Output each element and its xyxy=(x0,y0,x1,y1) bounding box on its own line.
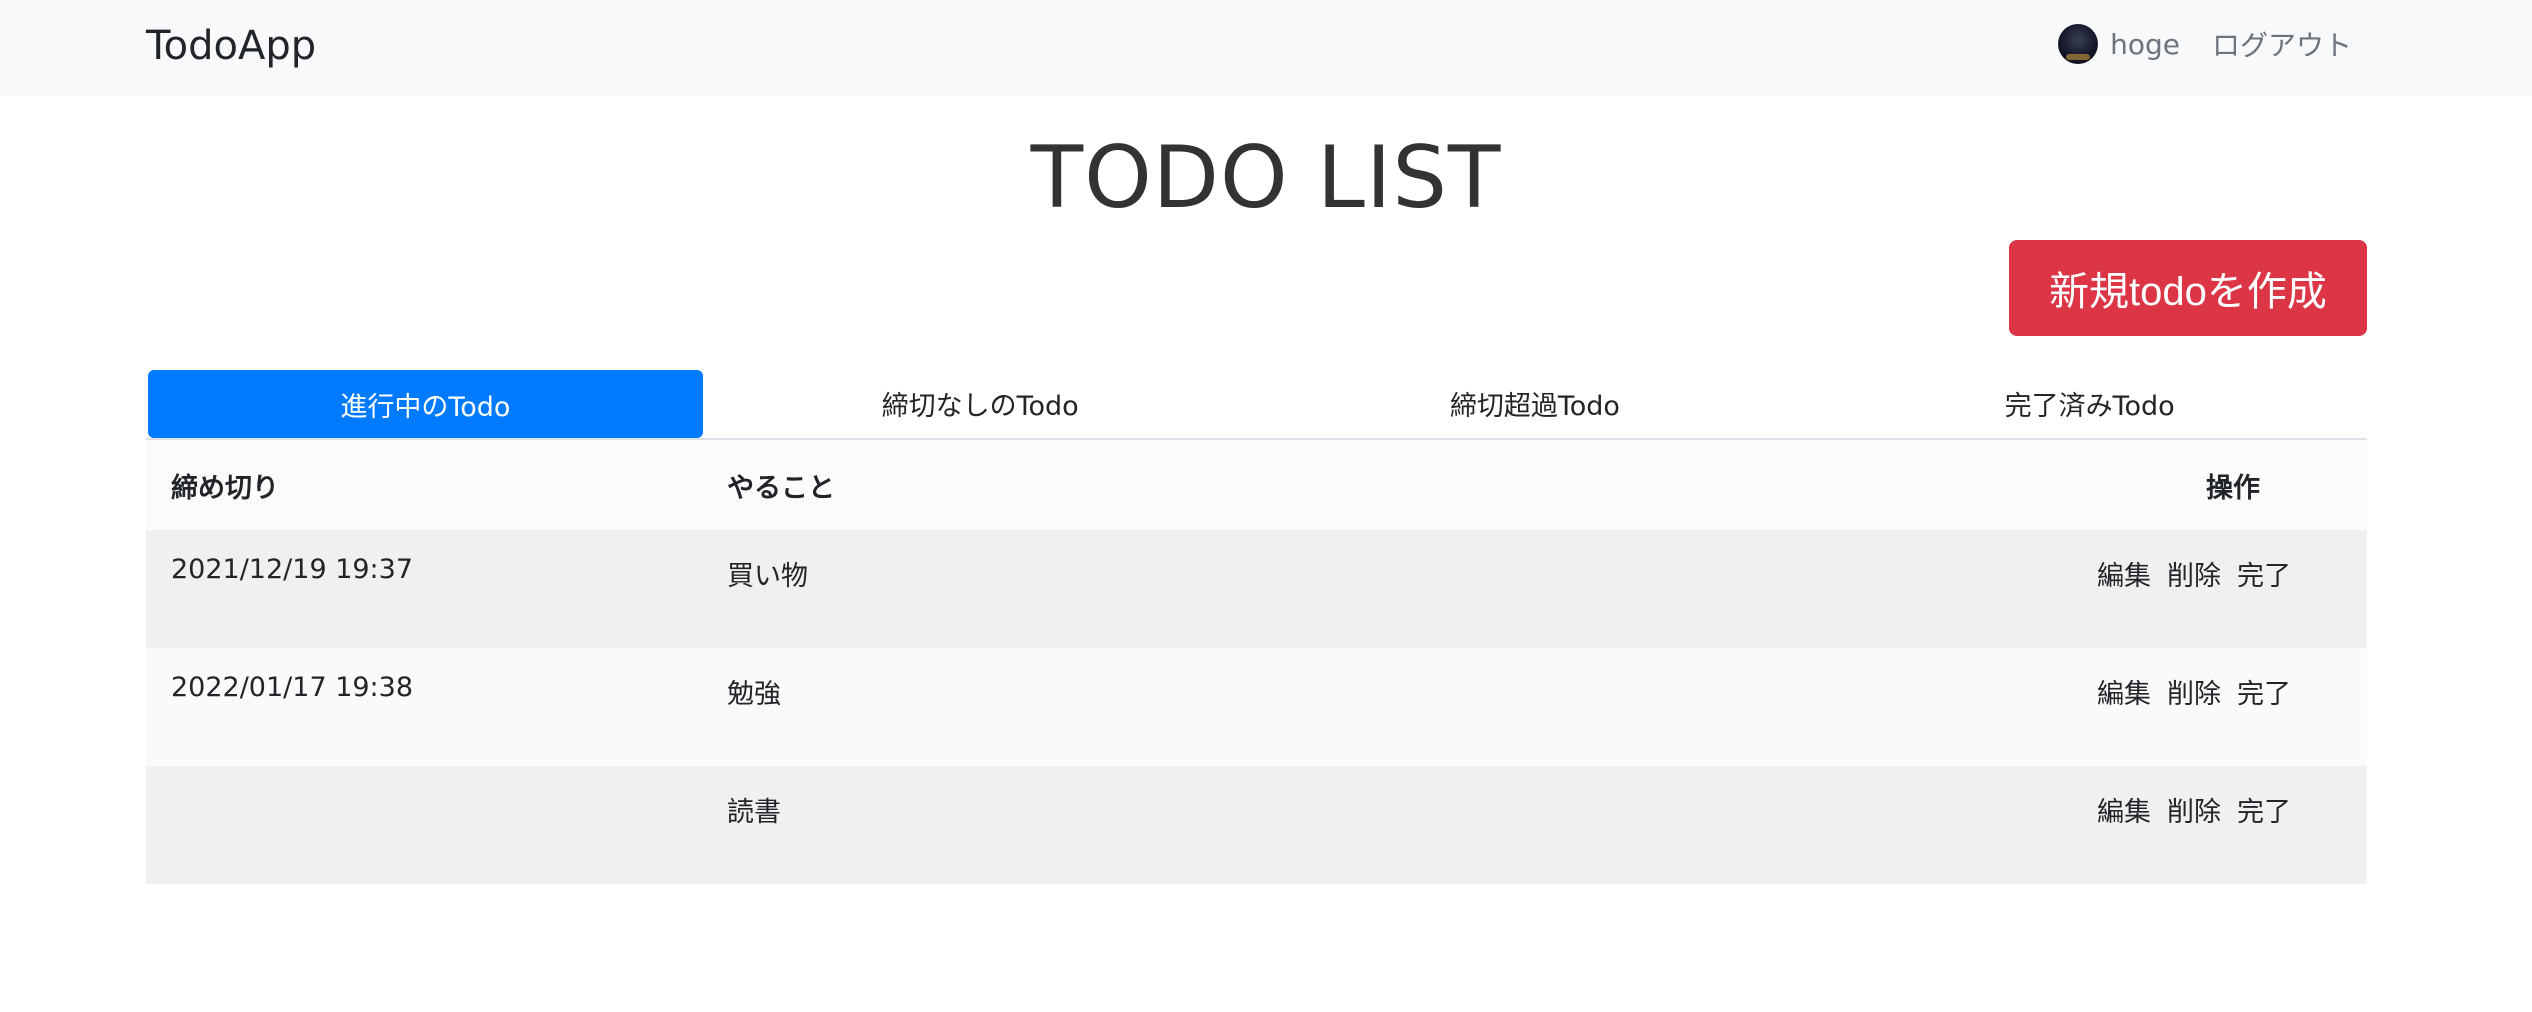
header-actions: 操作 xyxy=(2099,440,2367,530)
edit-link[interactable]: 編集 xyxy=(2097,790,2151,829)
delete-link[interactable]: 削除 xyxy=(2167,554,2221,593)
logout-link[interactable]: ログアウト xyxy=(2212,24,2352,64)
brand-link[interactable]: TodoApp xyxy=(146,18,316,74)
tab-no-deadline[interactable]: 締切なしのTodo xyxy=(703,368,1258,438)
task-cell: 買い物 xyxy=(702,530,2099,648)
deadline-cell xyxy=(146,766,702,884)
delete-link[interactable]: 削除 xyxy=(2167,790,2221,829)
table-row: 2021/12/19 19:37 買い物 編集 削除 完了 xyxy=(146,530,2367,648)
complete-link[interactable]: 完了 xyxy=(2237,554,2291,593)
actions-cell: 編集 削除 完了 xyxy=(2097,530,2367,648)
tab-completed[interactable]: 完了済みTodo xyxy=(1812,368,2367,438)
deadline-cell: 2022/01/17 19:38 xyxy=(146,648,702,766)
complete-link[interactable]: 完了 xyxy=(2237,672,2291,711)
todo-table: 締め切り やること 操作 2021/12/19 19:37 買い物 編集 削除 … xyxy=(146,440,2367,884)
complete-link[interactable]: 完了 xyxy=(2237,790,2291,829)
header-task: やること xyxy=(702,440,2099,530)
table-row: 2022/01/17 19:38 勉強 編集 削除 完了 xyxy=(146,648,2367,766)
deadline-cell: 2021/12/19 19:37 xyxy=(146,530,702,648)
nav-user-area: hoge ログアウト xyxy=(2058,22,2352,66)
table-header-row: 締め切り やること 操作 xyxy=(146,440,2367,530)
page-title: TODO LIST xyxy=(1030,128,1502,228)
todo-tabs: 進行中のTodo 締切なしのTodo 締切超過Todo 完了済みTodo xyxy=(146,368,2367,440)
create-todo-button[interactable]: 新規todoを作成 xyxy=(2009,240,2367,336)
username[interactable]: hoge xyxy=(2110,28,2180,61)
edit-link[interactable]: 編集 xyxy=(2097,554,2151,593)
edit-link[interactable]: 編集 xyxy=(2097,672,2151,711)
actions-cell: 編集 削除 完了 xyxy=(2097,648,2367,766)
task-cell: 読書 xyxy=(702,766,2099,884)
navbar: TodoApp hoge ログアウト xyxy=(0,0,2532,96)
actions-cell: 編集 削除 完了 xyxy=(2097,766,2367,884)
task-cell: 勉強 xyxy=(702,648,2099,766)
tab-in-progress[interactable]: 進行中のTodo xyxy=(148,370,703,438)
user-avatar-icon[interactable] xyxy=(2058,24,2099,64)
tab-overdue[interactable]: 締切超過Todo xyxy=(1258,368,1813,438)
delete-link[interactable]: 削除 xyxy=(2167,672,2221,711)
header-deadline: 締め切り xyxy=(146,440,702,530)
table-row: 読書 編集 削除 完了 xyxy=(146,766,2367,884)
